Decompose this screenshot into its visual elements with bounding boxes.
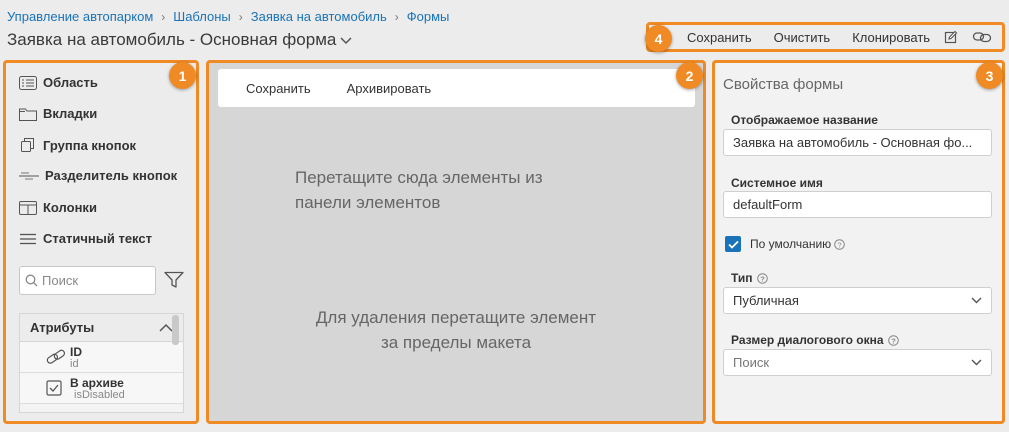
drop-hint-line-2: панели элементов bbox=[295, 193, 441, 212]
clear-button[interactable]: Очистить bbox=[774, 30, 831, 45]
remove-hint-line-2: за пределы макета bbox=[380, 333, 532, 352]
search-icon bbox=[25, 274, 38, 287]
dialog-size-placeholder: Поиск bbox=[733, 355, 770, 370]
chevron-right-icon: › bbox=[238, 9, 243, 24]
element-button-separator-label: Разделитель кнопок bbox=[45, 168, 178, 183]
filter-icon[interactable] bbox=[164, 271, 184, 294]
default-label-text: По умолчанию bbox=[750, 237, 832, 251]
drop-hint-line-1: Перетащите сюда элементы из bbox=[295, 168, 543, 187]
chevron-down-icon[interactable] bbox=[340, 37, 352, 45]
element-button-group-label: Группа кнопок bbox=[43, 137, 137, 153]
svg-text:?: ? bbox=[838, 240, 842, 249]
display-name-value: Заявка на автомобиль - Основная фо... bbox=[733, 135, 973, 150]
element-static-text-label: Статичный текст bbox=[43, 231, 152, 246]
callout-badge-1: 1 bbox=[169, 62, 196, 89]
page-title[interactable]: Заявка на автомобиль - Основная форма bbox=[7, 30, 352, 50]
attributes-title: Атрибуты bbox=[30, 320, 95, 335]
element-button-separator[interactable]: Разделитель кнопок bbox=[19, 168, 177, 183]
svg-text:?: ? bbox=[891, 336, 896, 345]
archive-button[interactable]: Архивировать bbox=[347, 81, 432, 96]
chevron-right-icon: › bbox=[394, 9, 399, 24]
attribute-system-name: isDisabled bbox=[74, 389, 125, 401]
elements-panel: Область Вкладки Группа кнопок Разделител… bbox=[3, 60, 199, 424]
copy-icon bbox=[21, 138, 34, 152]
element-area-label: Область bbox=[43, 75, 98, 90]
breadcrumb-fleet[interactable]: Управление автопарком bbox=[7, 9, 153, 24]
type-label: Тип ? bbox=[731, 271, 768, 285]
clone-button[interactable]: Клонировать bbox=[852, 30, 930, 45]
list-icon bbox=[19, 75, 37, 90]
edit-icon[interactable] bbox=[944, 30, 958, 44]
breadcrumb-request[interactable]: Заявка на автомобиль bbox=[251, 9, 387, 24]
help-icon[interactable]: ? bbox=[756, 272, 768, 284]
page-title-text: Заявка на автомобиль - Основная форма bbox=[7, 30, 337, 49]
link-icon[interactable] bbox=[972, 30, 992, 44]
element-area[interactable]: Область bbox=[19, 75, 98, 90]
form-properties-panel: Свойства формы Отображаемое название Зая… bbox=[712, 60, 1005, 424]
folder-icon bbox=[19, 108, 37, 121]
attribute-name: ID bbox=[70, 345, 82, 359]
breadcrumb-forms[interactable]: Формы bbox=[407, 9, 450, 24]
help-icon[interactable]: ? bbox=[887, 334, 899, 346]
svg-text:?: ? bbox=[760, 274, 765, 283]
callout-badge-4: 4 bbox=[645, 25, 672, 52]
attribute-system-name: id bbox=[70, 358, 79, 370]
chevron-down-icon bbox=[971, 359, 982, 366]
checkmark-icon bbox=[727, 240, 739, 249]
element-columns-label: Колонки bbox=[43, 200, 97, 215]
element-columns[interactable]: Колонки bbox=[19, 200, 97, 215]
link-icon bbox=[46, 349, 66, 364]
system-name-field[interactable]: defaultForm bbox=[723, 191, 992, 218]
layout-canvas[interactable]: Сохранить Архивировать Перетащите сюда э… bbox=[206, 60, 706, 424]
display-name-label: Отображаемое название bbox=[731, 113, 878, 127]
type-label-text: Тип bbox=[731, 271, 753, 285]
remove-hint-line-1: Для удаления перетащите элемент bbox=[315, 308, 597, 327]
callout-badge-2: 2 bbox=[676, 62, 703, 89]
default-label[interactable]: По умолчанию ? bbox=[750, 237, 845, 251]
search-placeholder: Поиск bbox=[42, 273, 79, 288]
dialog-size-label: Размер диалогового окна ? bbox=[731, 333, 899, 347]
columns-icon bbox=[19, 200, 37, 215]
element-button-group[interactable]: Группа кнопок bbox=[19, 137, 136, 153]
separator-icon bbox=[19, 172, 39, 179]
chevron-right-icon: › bbox=[161, 9, 166, 24]
breadcrumb-templates[interactable]: Шаблоны bbox=[173, 9, 231, 24]
drop-hint: Перетащите сюда элементы из панели элеме… bbox=[295, 165, 543, 215]
text-lines-icon bbox=[20, 233, 36, 244]
type-select[interactable]: Публичная bbox=[723, 287, 992, 314]
form-toolbar: Сохранить Очистить Клонировать bbox=[646, 22, 1005, 52]
system-name-value: defaultForm bbox=[733, 197, 803, 212]
save-button[interactable]: Сохранить bbox=[687, 30, 752, 45]
callout-badge-3: 3 bbox=[976, 62, 1003, 89]
attributes-header[interactable]: Атрибуты bbox=[20, 314, 183, 342]
system-name-label: Системное имя bbox=[731, 176, 823, 190]
properties-title: Свойства формы bbox=[723, 76, 844, 93]
layout-save-button[interactable]: Сохранить bbox=[246, 81, 311, 96]
type-value: Публичная bbox=[733, 293, 799, 308]
checkbox-icon bbox=[46, 380, 62, 396]
help-icon[interactable]: ? bbox=[834, 238, 845, 250]
attribute-row-id[interactable]: ID id bbox=[20, 342, 183, 373]
attribute-row-archived[interactable]: В архиве isDisabled bbox=[20, 373, 183, 404]
attributes-scrollbar[interactable] bbox=[172, 315, 179, 345]
element-static-text[interactable]: Статичный текст bbox=[19, 231, 152, 246]
element-tabs-label: Вкладки bbox=[43, 106, 98, 121]
default-checkbox[interactable] bbox=[725, 236, 741, 252]
chevron-down-icon bbox=[971, 297, 982, 304]
attribute-name: В архиве bbox=[70, 376, 124, 390]
elements-search-input[interactable]: Поиск bbox=[19, 266, 156, 295]
layout-toolbar: Сохранить Архивировать bbox=[218, 69, 695, 107]
dialog-size-select[interactable]: Поиск bbox=[723, 349, 992, 376]
dialog-size-label-text: Размер диалогового окна bbox=[731, 333, 884, 347]
remove-hint: Для удаления перетащите элемент за преде… bbox=[299, 305, 613, 355]
display-name-field[interactable]: Заявка на автомобиль - Основная фо... bbox=[723, 129, 992, 156]
chevron-up-icon[interactable] bbox=[159, 323, 173, 332]
breadcrumb: Управление автопарком › Шаблоны › Заявка… bbox=[7, 9, 449, 24]
attributes-section: Атрибуты ID id В архиве isDisabled bbox=[19, 313, 184, 413]
element-tabs[interactable]: Вкладки bbox=[19, 106, 97, 121]
